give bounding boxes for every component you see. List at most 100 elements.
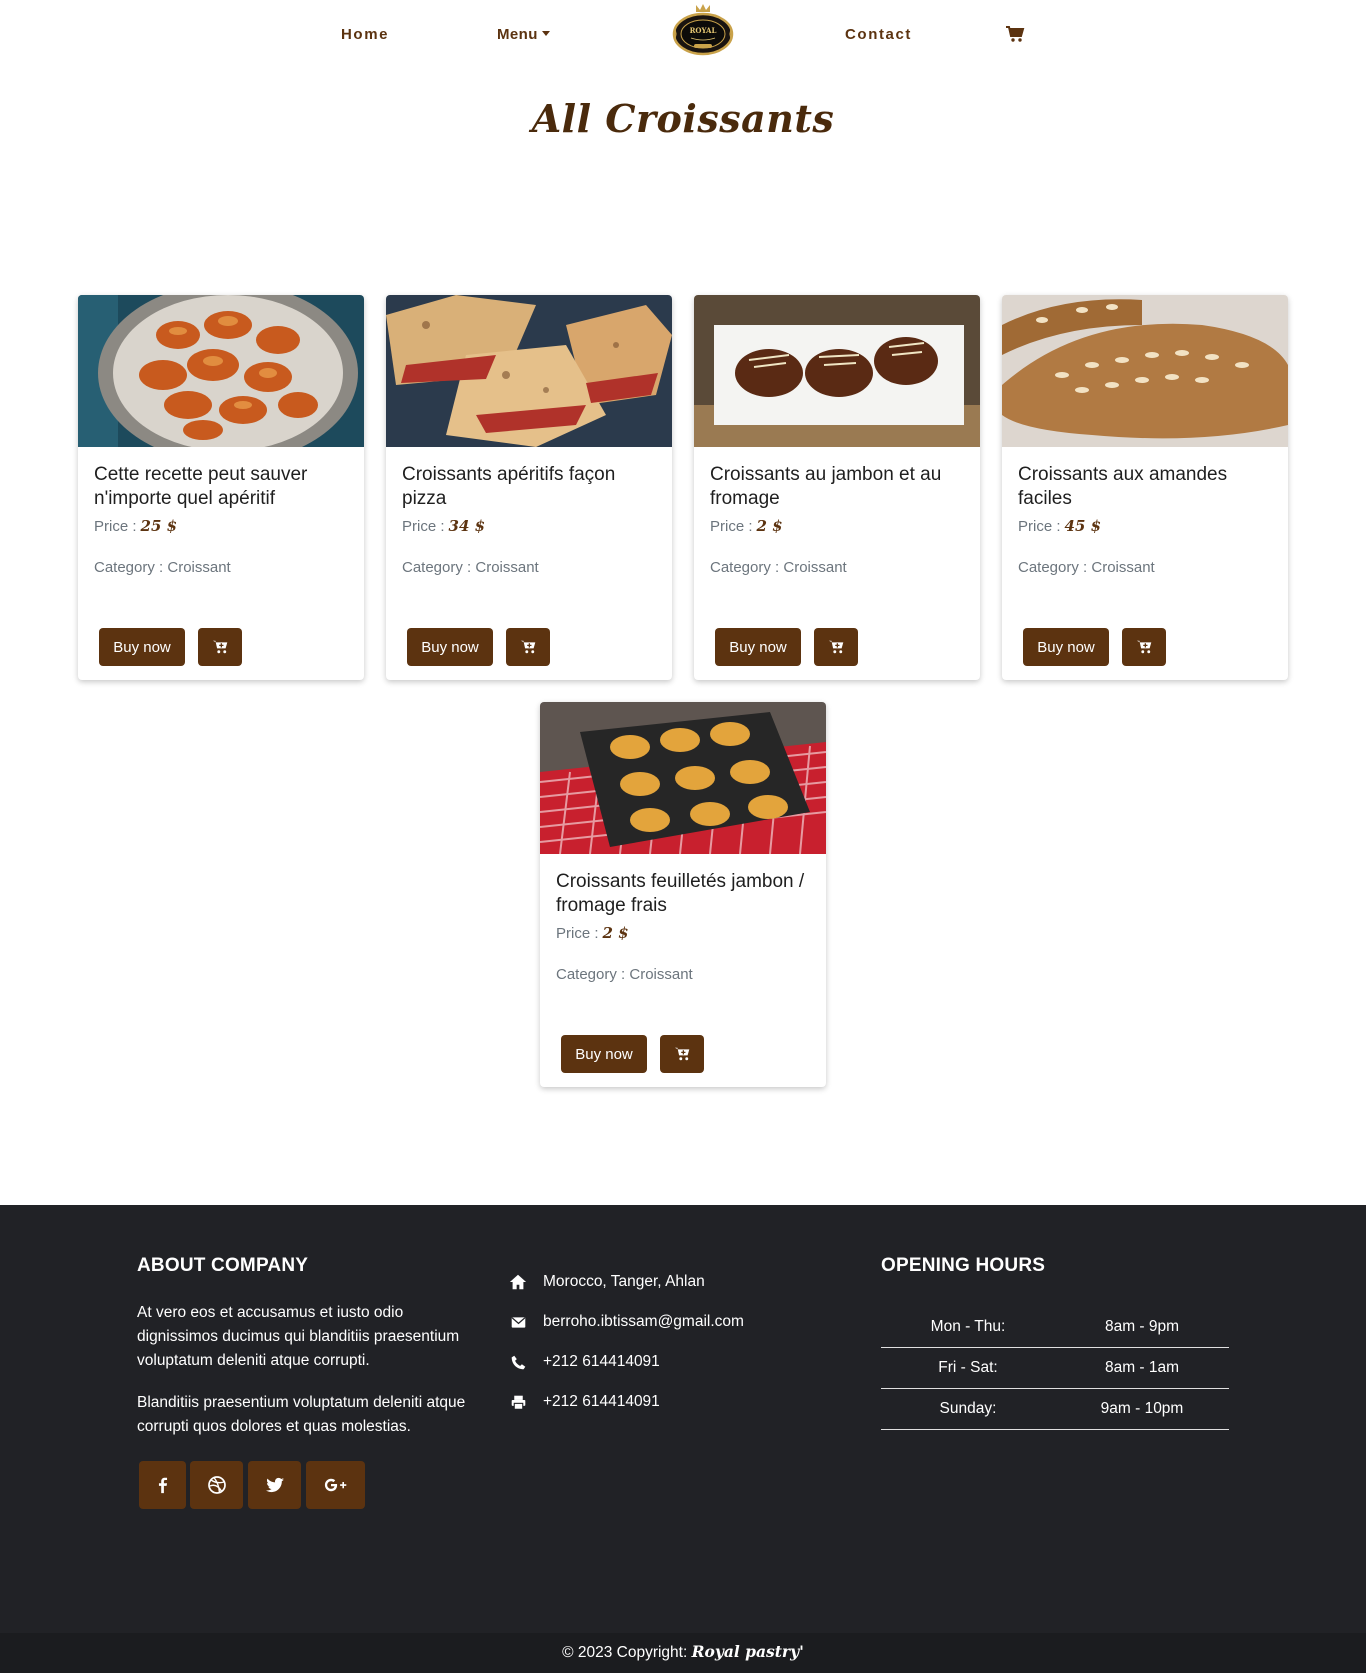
copyright-bar: © 2023 Copyright: Royal pastry' [0,1633,1366,1673]
email-text[interactable]: berroho.ibtissam@gmail.com [543,1313,744,1331]
price-label: Price : [556,925,599,942]
price-label: Price : [402,518,445,535]
price-value: 25 $ [140,517,178,535]
about-text: At vero eos et accusamus et iusto odio d… [137,1304,460,1369]
buy-now-button[interactable]: Buy now [1023,628,1109,666]
product-category: Category : Croissant [1018,559,1155,576]
twitter-icon [265,1477,284,1493]
hours-day: Mon - Thu: [930,1318,1006,1335]
hours-time: 9am - 10pm [1100,1400,1184,1417]
category-label: Category : [94,559,164,576]
product-price: Price :2 $ [710,517,783,535]
add-to-cart-button[interactable] [1122,628,1166,666]
buy-now-button[interactable]: Buy now [99,628,185,666]
hours-row: Sunday: 9am - 10pm [881,1389,1229,1430]
product-card: Croissants feuilletés jambon / fromage f… [540,702,826,1087]
cart-plus-icon [828,640,843,653]
contact-phone: +212 614414091 [509,1353,660,1371]
contact-fax: +212 614414091 [509,1393,660,1411]
google-plus-icon [324,1478,346,1492]
product-title: Croissants aux amandes faciles [1018,464,1228,509]
hours-row: Mon - Thu: 8am - 9pm [881,1307,1229,1348]
buy-now-button[interactable]: Buy now [561,1035,647,1073]
twitter-button[interactable] [248,1461,301,1509]
phone-text: +212 614414091 [543,1353,660,1370]
product-price: Price :34 $ [402,517,485,535]
nav-contact-link[interactable]: Contact [845,26,912,43]
price-value: 34 $ [448,517,486,535]
product-card: Croissants apéritifs façon pizza Price :… [386,295,672,680]
category-value: Croissant [167,559,231,576]
product-price: Price :45 $ [1018,517,1101,535]
product-card: Cette recette peut sauver n'importe quel… [78,295,364,680]
about-title: ABOUT COMPANY [137,1255,309,1276]
price-label: Price : [1018,518,1061,535]
dribbble-icon [207,1476,226,1494]
category-value: Croissant [783,559,847,576]
footer: ABOUT COMPANY At vero eos et accusamus e… [0,1205,1366,1633]
hours-day: Sunday: [939,1400,997,1417]
add-to-cart-button[interactable] [506,628,550,666]
hours-day: Fri - Sat: [938,1359,998,1376]
product-title: Croissants au jambon et au fromage [710,464,942,509]
address-text: Morocco, Tanger, Ahlan [543,1273,705,1290]
product-image [694,295,980,447]
product-image [386,295,672,447]
cart-plus-icon [212,640,227,653]
facebook-button[interactable] [139,1461,186,1509]
add-to-cart-button[interactable] [814,628,858,666]
opening-hours-title: OPENING HOURS [881,1255,1046,1276]
price-label: Price : [710,518,753,535]
category-value: Croissant [475,559,539,576]
dribbble-button[interactable] [190,1461,243,1509]
copyright-brand[interactable]: Royal pastry' [692,1642,804,1661]
envelope-icon [509,1313,527,1331]
price-label: Price : [94,518,137,535]
caret-down-icon [541,30,550,36]
google-plus-button[interactable] [306,1461,365,1509]
product-title: Croissants apéritifs façon pizza [402,464,616,509]
add-to-cart-button[interactable] [198,628,242,666]
price-value: 45 $ [1064,517,1102,535]
hours-time: 8am - 9pm [1104,1318,1180,1335]
home-icon [509,1273,527,1291]
product-image [78,295,364,447]
category-value: Croissant [629,966,693,983]
product-category: Category : Croissant [710,559,847,576]
phone-icon [509,1353,527,1371]
product-title: Croissants feuilletés jambon / fromage f… [556,871,805,916]
opening-hours-table: Mon - Thu: 8am - 9pm Fri - Sat: 8am - 1am … [881,1307,1229,1430]
cart-plus-icon [674,1047,689,1060]
contact-address: Morocco, Tanger, Ahlan [509,1273,705,1291]
product-price: Price :2 $ [556,924,629,942]
contact-email: berroho.ibtissam@gmail.com [509,1313,744,1331]
royal-logo[interactable]: ROYAL [672,2,734,58]
category-label: Category : [1018,559,1088,576]
buy-now-button[interactable]: Buy now [715,628,801,666]
product-category: Category : Croissant [94,559,231,576]
fax-text: +212 614414091 [543,1393,660,1410]
facebook-icon [158,1477,167,1494]
copyright-text: © 2023 Copyright: [562,1644,688,1661]
price-value: 2 $ [756,517,783,535]
product-price: Price :25 $ [94,517,177,535]
nav-menu-dropdown[interactable]: Menu [497,26,550,43]
add-to-cart-button[interactable] [660,1035,704,1073]
product-category: Category : Croissant [402,559,539,576]
buy-now-button[interactable]: Buy now [407,628,493,666]
category-value: Croissant [1091,559,1155,576]
category-label: Category : [710,559,780,576]
product-card: Croissants aux amandes faciles Price :45… [1002,295,1288,680]
category-label: Category : [556,966,626,983]
product-image [540,702,826,854]
hours-time: 8am - 1am [1104,1359,1180,1376]
price-value: 2 $ [602,924,629,942]
nav-home-link[interactable]: Home [341,26,389,43]
product-image [1002,295,1288,447]
navbar: Home Menu ROYAL Contact [0,0,1366,70]
cart-icon[interactable] [1005,25,1025,45]
nav-menu-label: Menu [497,26,538,43]
product-category: Category : Croissant [556,966,693,983]
page-title: All Croissants [531,96,835,141]
print-icon [509,1393,527,1411]
